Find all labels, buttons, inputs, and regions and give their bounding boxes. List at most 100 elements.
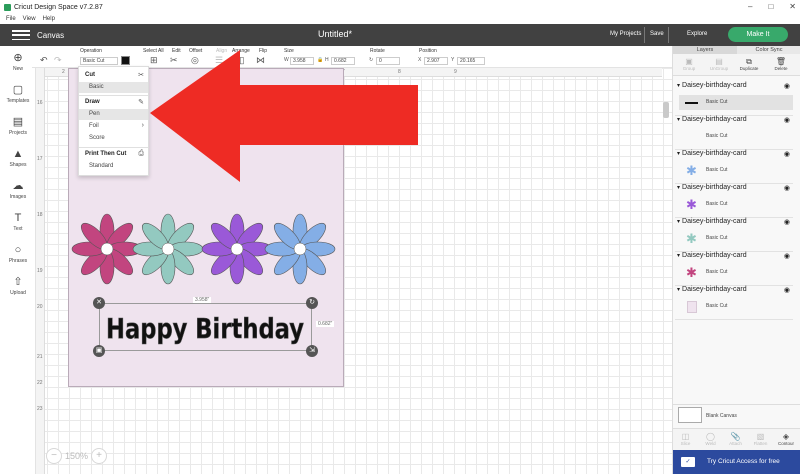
layer-row[interactable]: ✱ Basic Cut — [679, 265, 793, 280]
chevron-down-icon: ▾ — [677, 151, 681, 157]
slice-button[interactable]: ◫ Slice — [673, 432, 698, 446]
chevron-down-icon: ▾ — [677, 83, 681, 89]
width-dimension-label: 3.958" — [193, 297, 212, 303]
visibility-eye-icon[interactable]: ◉ — [784, 150, 790, 158]
blank-canvas-label: Blank Canvas — [706, 413, 737, 419]
layer-group-name: ▾ Daisey-birthday-card — [677, 184, 747, 191]
flower-purple[interactable] — [202, 214, 272, 284]
flatten-icon: ▧ — [756, 432, 765, 441]
layer-group-name: ▾ Daisey-birthday-card — [677, 218, 747, 225]
group-button[interactable]: ▣ Group — [675, 57, 703, 71]
layer-group-name: ▾ Daisey-birthday-card — [677, 116, 747, 123]
layer-row[interactable]: Basic Cut — [679, 129, 793, 144]
panel-tabs: Layers Color Sync — [673, 46, 800, 54]
dropdown-item-standard[interactable]: Standard — [79, 161, 148, 172]
flatten-button[interactable]: ▧ Flatten — [748, 432, 773, 446]
layer-group-name: ▾ Daisey-birthday-card — [677, 82, 747, 89]
layer-group[interactable]: ▾ Daisey-birthday-card ◉ ✱ Basic Cut — [675, 150, 793, 184]
flower-thumbnail-icon: ✱ — [686, 162, 697, 178]
visibility-eye-icon[interactable]: ◉ — [784, 286, 790, 294]
layer-thumbnail — [685, 96, 698, 109]
layer-row[interactable]: Basic Cut — [679, 299, 793, 314]
layer-group[interactable]: ▾ Daisey-birthday-card ◉ ✱ Basic Cut — [675, 252, 793, 286]
layer-group[interactable]: ▾ Daisey-birthday-card ◉ ✱ Basic Cut — [675, 218, 793, 252]
layer-row[interactable]: Basic Cut — [679, 95, 793, 110]
layer-group-name: ▾ Daisey-birthday-card — [677, 286, 747, 293]
dropdown-item-pen[interactable]: Pen — [79, 109, 148, 120]
layer-operation-label: Basic Cut — [706, 201, 728, 207]
visibility-eye-icon[interactable]: ◉ — [784, 184, 790, 192]
layer-row[interactable]: ✱ Basic Cut — [679, 163, 793, 178]
chevron-down-icon: ▾ — [677, 185, 681, 191]
print-then-cut-heading: Print Then Cut — [85, 151, 127, 157]
dropdown-item-foil[interactable]: Foil — [79, 121, 148, 132]
duplicate-button[interactable]: ⧉ Duplicate — [735, 57, 763, 71]
annotation-red-arrow — [150, 50, 418, 182]
flower-pink[interactable] — [72, 214, 142, 284]
layer-operation-label: Basic Cut — [706, 303, 728, 309]
layer-group-name: ▾ Daisey-birthday-card — [677, 150, 747, 157]
visibility-eye-icon[interactable]: ◉ — [784, 218, 790, 226]
layer-operation-label: Basic Cut — [706, 133, 728, 139]
weld-button[interactable]: ◯ Weld — [698, 432, 723, 446]
layer-row[interactable]: ✱ Basic Cut — [679, 231, 793, 246]
visibility-eye-icon[interactable]: ◉ — [784, 116, 790, 124]
tab-layers[interactable]: Layers — [673, 46, 737, 54]
dropdown-item-basic[interactable]: Basic — [79, 82, 148, 93]
ungroup-button[interactable]: ▤ UnGroup — [705, 57, 733, 71]
flower-blue[interactable] — [265, 214, 335, 284]
visibility-eye-icon[interactable]: ◉ — [784, 252, 790, 260]
tab-color-sync[interactable]: Color Sync — [737, 46, 800, 54]
printer-icon: ⎙ — [138, 150, 144, 157]
layer-group[interactable]: ▾ Daisey-birthday-card ◉ Basic Cut — [675, 82, 793, 116]
cut-heading: Cut — [85, 72, 95, 78]
layer-operation-label: Basic Cut — [706, 99, 728, 105]
cricut-access-banner[interactable]: ✓ Try Cricut Access for free — [673, 450, 800, 474]
duplicate-icon: ⧉ — [746, 57, 752, 66]
attach-button[interactable]: 📎 Attach — [723, 432, 748, 446]
delete-button[interactable]: 🗑 Delete — [767, 57, 795, 71]
layer-group-name: ▾ Daisey-birthday-card — [677, 252, 747, 259]
chevron-down-icon: ▾ — [677, 117, 681, 123]
access-banner-text: Try Cricut Access for free — [707, 458, 780, 465]
visibility-eye-icon[interactable]: ◉ — [784, 82, 790, 90]
rotate-handle-icon[interactable]: ↻ — [306, 297, 318, 309]
slice-icon: ◫ — [681, 432, 690, 441]
chevron-down-icon: ▾ — [677, 287, 681, 293]
trash-icon: 🗑 — [775, 57, 787, 66]
chevron-down-icon: ▾ — [677, 219, 681, 225]
zoom-control: − 150% + — [46, 448, 108, 464]
dropdown-item-score[interactable]: Score — [79, 133, 148, 144]
weld-icon: ◯ — [706, 432, 715, 441]
contour-button[interactable]: ◈ Contour — [773, 432, 799, 446]
layer-group[interactable]: ▾ Daisey-birthday-card ◉ Basic Cut — [675, 286, 793, 320]
draw-heading: Draw — [85, 99, 100, 105]
scissors-icon: ✂ — [138, 72, 144, 79]
lock-handle-icon[interactable]: ▣ — [93, 345, 105, 357]
flower-thumbnail-icon: ✱ — [686, 196, 697, 212]
zoom-in-button[interactable]: + — [91, 448, 108, 464]
flower-teal[interactable] — [133, 214, 203, 284]
layer-operation-label: Basic Cut — [706, 235, 728, 241]
contour-icon: ◈ — [782, 432, 790, 441]
bottom-tools: ◫ Slice ◯ Weld 📎 Attach ▧ Flatten ◈ Contour — [673, 428, 800, 450]
chevron-down-icon: ▾ — [677, 253, 681, 259]
canvas-color-swatch[interactable] — [678, 407, 702, 423]
flower-thumbnail-icon: ✱ — [686, 264, 697, 280]
layer-row[interactable]: ✱ Basic Cut — [679, 197, 793, 212]
blank-canvas-row[interactable]: Blank Canvas — [673, 404, 800, 428]
height-dimension-label: 0.682" — [316, 321, 335, 327]
layer-thumbnail — [685, 300, 698, 313]
layer-group[interactable]: ▾ Daisey-birthday-card ◉ ✱ Basic Cut — [675, 184, 793, 218]
layer-tools: ▣ Group ▤ UnGroup ⧉ Duplicate 🗑 Delete — [673, 54, 800, 76]
delete-handle-icon[interactable]: ✕ — [93, 297, 105, 309]
selection-box[interactable] — [99, 303, 312, 351]
layer-group[interactable]: ▾ Daisey-birthday-card ◉ Basic Cut — [675, 116, 793, 150]
layer-operation-label: Basic Cut — [706, 167, 728, 173]
resize-handle-icon[interactable]: ⇲ — [306, 345, 318, 357]
flower-thumbnail-icon: ✱ — [686, 230, 697, 246]
zoom-out-button[interactable]: − — [46, 448, 62, 464]
operation-dropdown: Cut ✂ Basic Draw ✎ Pen Foil › Score Prin… — [78, 66, 149, 176]
chevron-right-icon: › — [141, 122, 144, 129]
layer-operation-label: Basic Cut — [706, 269, 728, 275]
